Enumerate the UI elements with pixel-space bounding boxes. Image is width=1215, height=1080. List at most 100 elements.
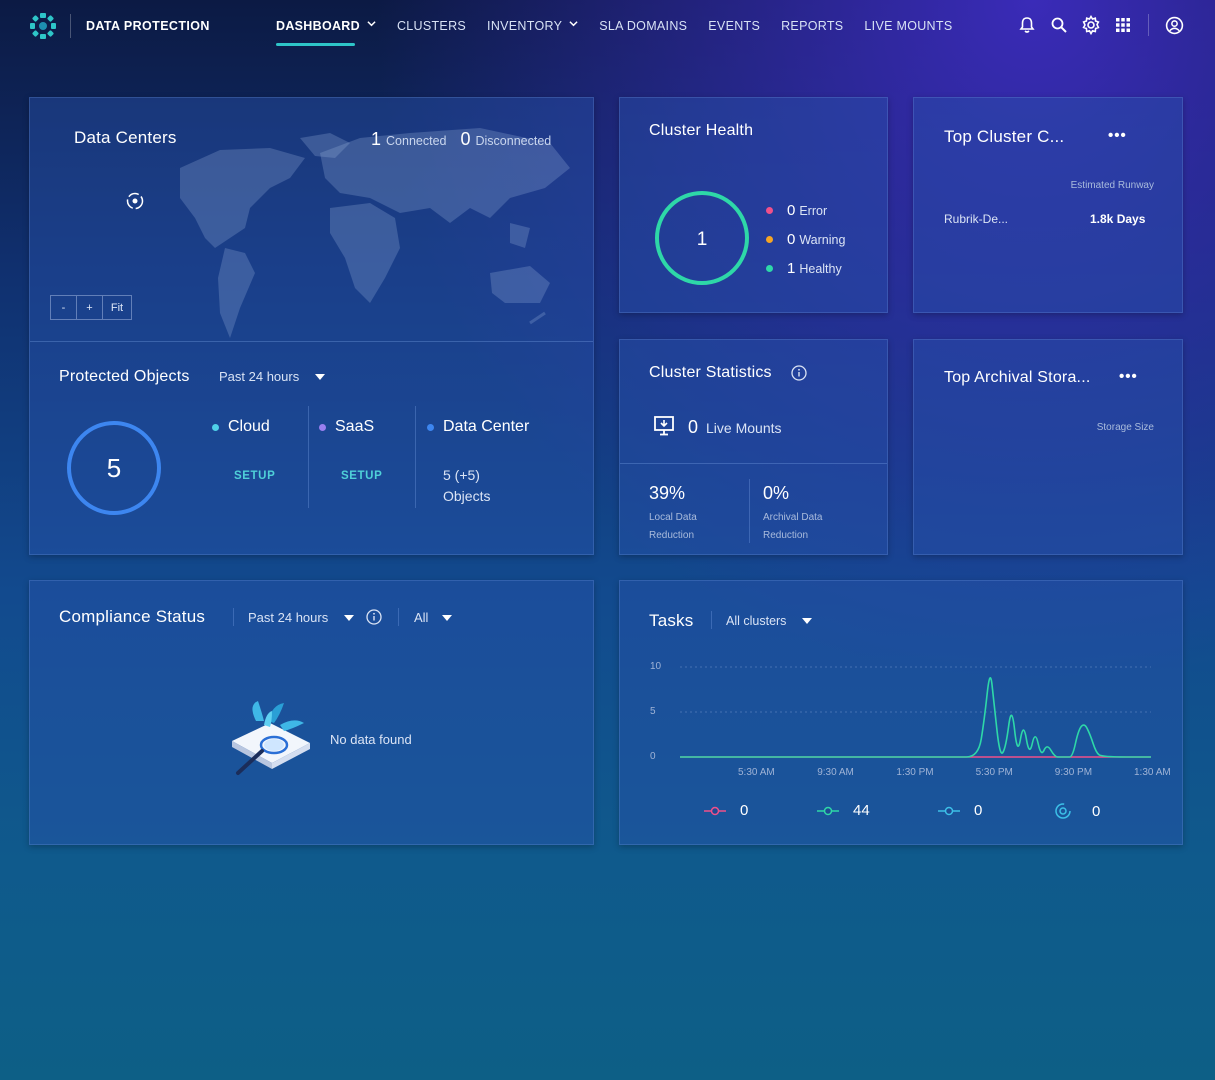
warning-count: 0 [787,231,796,248]
zoom-out-button[interactable]: - [51,296,77,319]
storage-size-column-header: Storage Size [1096,422,1154,433]
cluster-statistics-panel: Cluster Statistics 0 Live Mounts 39% Loc… [619,339,888,555]
caret-down-icon [442,614,453,621]
cluster-health-total: 1 [696,229,708,250]
zoom-in-button[interactable]: + [77,296,103,319]
more-options-icon[interactable]: ••• [1108,127,1127,144]
map-zoom-controls: - + Fit [50,295,132,320]
active-tab-indicator [276,43,355,46]
healthy-label: Healthy [799,261,842,276]
data-center-legend-dot [427,423,434,431]
panel-divider [30,341,593,342]
brand-title: DATA PROTECTION [86,19,210,33]
compliance-status-panel: Compliance Status Past 24 hours All No d… [29,580,594,845]
nav-sla-domains-label: SLA DOMAINS [599,19,688,33]
range-label: Past 24 hours [219,369,300,384]
running-count: 0 [1092,802,1101,820]
archival-reduction-value: 0% [763,483,790,503]
nav-reports-label: REPORTS [781,19,844,33]
compliance-range-dropdown[interactable]: Past 24 hours [248,610,355,625]
data-center-objects[interactable]: 5 (+5) Objects [443,465,490,507]
succeeded-tasks-legend[interactable]: 44 [817,802,870,819]
user-account-icon[interactable] [1163,14,1185,36]
live-mount-monitor-icon [654,416,674,436]
x-tick-label: 5:30 AM [738,767,775,778]
canceled-tasks-legend[interactable]: 0 [938,802,982,819]
failed-count: 0 [740,802,749,819]
nav-reports[interactable]: REPORTS [781,0,843,52]
nav-live-mounts[interactable]: LIVE MOUNTS [864,0,952,52]
succeeded-count: 44 [853,802,870,819]
running-tasks-legend[interactable]: 0 [1054,802,1100,820]
chevron-down-icon [367,21,376,27]
title-divider [398,608,399,626]
cluster-name[interactable]: Rubrik-De... [944,212,1008,226]
nav-sla-domains[interactable]: SLA DOMAINS [599,0,687,52]
gear-icon[interactable] [1080,14,1102,36]
healthy-count: 1 [787,260,796,277]
info-icon[interactable] [791,365,807,381]
search-icon[interactable] [1048,14,1070,36]
nav-events[interactable]: EVENTS [708,0,760,52]
data-center-count: 5 (+5) [443,467,480,483]
top-archival-title: Top Archival Stora... [944,369,1091,386]
protected-objects-range-dropdown[interactable]: Past 24 hours [219,369,326,384]
saas-setup-link[interactable]: SETUP [341,470,382,482]
nav-dashboard[interactable]: DASHBOARD [276,0,376,52]
data-center-location-marker-icon[interactable] [125,191,145,211]
x-tick-label: 9:30 AM [817,767,854,778]
cluster-health-panel: Cluster Health 1 0 Error 0 Warning 1 Hea… [619,97,888,313]
no-data-message: No data found [330,732,412,747]
cloud-label: Cloud [228,418,270,435]
canceled-task-icon [938,806,960,815]
saas-column: SaaS [319,418,374,436]
archival-reduction-label-line1: Archival Data [763,512,823,523]
cluster-runway-value: 1.8k Days [1090,212,1146,226]
header-divider [1148,14,1149,36]
top-archival-storage-panel: Top Archival Stora... ••• Storage Size [913,339,1183,555]
cloud-setup-link[interactable]: SETUP [234,470,275,482]
stats-divider [620,463,887,464]
health-error-row[interactable]: 0 Error [766,202,827,219]
warning-label: Warning [799,232,846,247]
caret-down-icon [315,373,326,380]
rubrik-logo-icon[interactable] [29,12,57,40]
zoom-fit-button[interactable]: Fit [103,296,131,319]
data-centers-summary: 1 Connected 0 Disconnected [371,129,551,150]
health-healthy-row[interactable]: 1 Healthy [766,260,842,277]
column-divider [415,406,416,508]
live-mounts-stat[interactable]: 0 Live Mounts [688,417,782,438]
data-centers-title: Data Centers [74,128,177,147]
bell-icon[interactable] [1016,14,1038,36]
nav-inventory[interactable]: INVENTORY [487,0,578,52]
nav-clusters[interactable]: CLUSTERS [397,0,466,52]
succeeded-tasks-series-line [679,677,1151,758]
local-reduction-value: 39% [649,483,686,503]
filter-label: All [414,610,429,625]
connected-count: 1 [371,129,382,149]
chevron-down-icon [569,21,578,27]
no-data-illustration-icon [232,701,310,775]
main-nav: DASHBOARD CLUSTERS INVENTORY SLA DOMAINS… [276,0,973,52]
compliance-filter-dropdown[interactable]: All [414,610,453,625]
stats-column-divider [749,479,750,543]
saas-legend-dot [319,423,326,431]
cluster-statistics-title: Cluster Statistics [649,364,772,381]
failed-tasks-legend[interactable]: 0 [704,802,748,819]
tasks-line-chart[interactable] [620,581,1184,791]
canceled-count: 0 [974,802,983,819]
more-options-icon[interactable]: ••• [1119,368,1138,385]
error-dot [766,207,773,214]
info-icon[interactable] [366,609,382,625]
failed-task-icon [704,806,726,815]
running-task-icon [1055,803,1071,819]
error-count: 0 [787,202,796,219]
header-actions [1006,14,1185,36]
range-label: Past 24 hours [248,610,329,625]
x-tick-label: 1:30 AM [1134,767,1171,778]
apps-grid-icon[interactable] [1112,14,1134,36]
cluster-health-title: Cluster Health [649,122,754,139]
compliance-title: Compliance Status [59,607,206,626]
health-warning-row[interactable]: 0 Warning [766,231,845,248]
disconnected-label: Disconnected [475,134,552,148]
